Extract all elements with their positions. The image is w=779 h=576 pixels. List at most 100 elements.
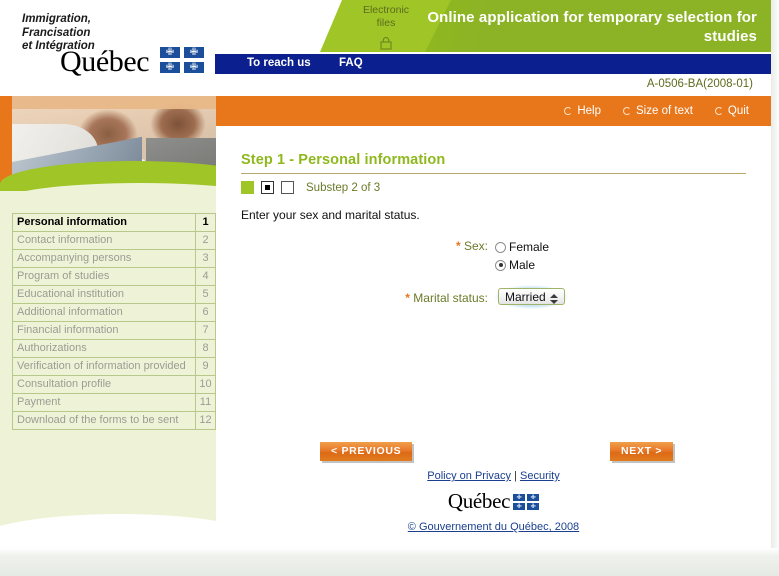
marital-status-focus-ring: Married: [495, 285, 568, 309]
footer-copyright: © Gouvernement du Québec, 2008: [216, 521, 771, 533]
steps-nav-list: Personal information 1 Contact information…: [12, 213, 216, 430]
sidebar-item-number: 1: [195, 213, 216, 232]
sidebar-item-number: 11: [195, 393, 216, 412]
radio-male[interactable]: Male: [495, 256, 549, 274]
substep-box-1: [241, 181, 254, 194]
page-footer: Policy on Privacy | Security Québec © Go…: [216, 470, 771, 533]
sidebar-item-number: 8: [195, 339, 216, 358]
sidebar-item-label: Download of the forms to be sent: [12, 411, 196, 430]
sidebar-item-label: Authorizations: [12, 339, 196, 358]
footer-quebec-logo: Québec: [216, 491, 771, 512]
sidebar-item-payment[interactable]: Payment 11: [12, 393, 216, 412]
policy-on-privacy-link[interactable]: Policy on Privacy: [427, 470, 511, 482]
sidebar-item-label: Payment: [12, 393, 196, 412]
previous-button[interactable]: < PREVIOUS: [320, 442, 413, 461]
sidebar-item-number: 10: [195, 375, 216, 394]
sidebar-item-label: Personal information: [12, 213, 196, 232]
sidebar-item-contact-information[interactable]: Contact information 2: [12, 231, 216, 250]
required-marker: *: [405, 291, 410, 305]
sidebar-item-label: Educational institution: [12, 285, 196, 304]
footer-separator: |: [514, 470, 517, 482]
size-of-text-label: Size of text: [636, 105, 693, 117]
sex-radio-group: Female Male: [495, 238, 549, 274]
substep-box-3: [281, 181, 294, 194]
sidebar-item-verification-of-information-provided[interactable]: Verification of information provided 9: [12, 357, 216, 376]
next-button[interactable]: NEXT >: [610, 442, 674, 461]
marital-status-value: Married: [505, 290, 546, 304]
page-title: Online application for temporary selecti…: [427, 9, 757, 45]
radio-female-label: Female: [509, 240, 550, 254]
copyright-link[interactable]: © Gouvernement du Québec, 2008: [408, 521, 579, 533]
left-column: Personal information 1 Contact information…: [0, 96, 216, 548]
sidebar-item-number: 2: [195, 231, 216, 250]
sex-label-text: Sex:: [463, 239, 488, 253]
page-edge-right: [771, 0, 779, 576]
lock-icon: [380, 36, 392, 50]
quit-button[interactable]: Quit: [714, 105, 749, 117]
chevron-updown-icon[interactable]: [550, 291, 559, 306]
sidebar-item-number: 7: [195, 321, 216, 340]
marital-status-select[interactable]: Married: [498, 288, 565, 305]
photo-top-band: [12, 96, 216, 109]
marital-status-label-text: Marital status:: [413, 291, 488, 305]
application-page: Electronic files Online application for …: [0, 0, 779, 576]
sidebar-item-financial-information[interactable]: Financial information 7: [12, 321, 216, 340]
radio-dot-icon: [623, 107, 632, 115]
sidebar-item-number: 6: [195, 303, 216, 322]
form-code: A-0506-BA(2008-01): [646, 78, 753, 90]
sidebar-item-number: 12: [195, 411, 216, 430]
sidebar-item-accompanying-persons[interactable]: Accompanying persons 3: [12, 249, 216, 268]
sidebar-item-label: Program of studies: [12, 267, 196, 286]
page-edge-bottom: [0, 548, 779, 576]
sidebar-bottom-curve: [0, 514, 216, 548]
nav-item-faq[interactable]: FAQ: [339, 57, 363, 69]
field-row-marital-status: * Marital status: Married: [216, 285, 771, 309]
form-area: * Sex: Female Male * Marital status: Mar…: [216, 238, 771, 461]
quit-label: Quit: [727, 105, 749, 117]
help-label: Help: [577, 105, 602, 117]
sidebar-item-download-of-the-forms-to-be-sent[interactable]: Download of the forms to be sent 12: [12, 411, 216, 430]
sidebar-item-consultation-profile[interactable]: Consultation profile 10: [12, 375, 216, 394]
footer-logo-text: Québec: [447, 489, 511, 513]
sex-label: * Sex:: [216, 238, 488, 253]
marital-status-control: Married: [495, 285, 568, 309]
sidebar-item-label: Contact information: [12, 231, 196, 250]
help-button[interactable]: Help: [564, 105, 601, 117]
field-row-sex: * Sex: Female Male: [216, 238, 771, 274]
sidebar-panel: Personal information 1 Contact information…: [0, 191, 216, 548]
sidebar-item-label: Accompanying persons: [12, 249, 196, 268]
sidebar-item-program-of-studies[interactable]: Program of studies 4: [12, 267, 216, 286]
org-line-1: Immigration,: [22, 13, 92, 25]
security-link[interactable]: Security: [520, 470, 560, 482]
radio-icon-male[interactable]: [495, 259, 506, 271]
form-buttons: < PREVIOUS NEXT >: [216, 442, 771, 464]
steps-table: Personal information 1 Contact information…: [12, 213, 216, 430]
quebec-flag-icon: [159, 46, 205, 74]
banner-photo: [0, 96, 216, 191]
sidebar-item-label: Financial information: [12, 321, 196, 340]
sidebar-item-label: Consultation profile: [12, 375, 196, 394]
substep-indicator: Substep 2 of 3: [241, 181, 380, 194]
radio-dot-icon: [714, 107, 723, 115]
primary-nav: To reach us FAQ: [215, 54, 771, 74]
sidebar-item-number: 5: [195, 285, 216, 304]
sidebar-item-authorizations[interactable]: Authorizations 8: [12, 339, 216, 358]
radio-female[interactable]: Female: [495, 238, 549, 256]
size-of-text-button[interactable]: Size of text: [623, 105, 693, 117]
step-heading: Step 1 - Personal information: [241, 152, 446, 168]
sidebar-item-additional-information[interactable]: Additional information 6: [12, 303, 216, 322]
nav-item-to-reach-us[interactable]: To reach us: [247, 57, 311, 69]
sidebar-item-personal-information[interactable]: Personal information 1: [12, 213, 216, 232]
radio-icon-female[interactable]: [495, 241, 506, 253]
marital-status-label: * Marital status:: [216, 285, 488, 305]
form-code-row: A-0506-BA(2008-01): [0, 76, 771, 96]
radio-male-label: Male: [509, 258, 536, 272]
sidebar-item-number: 3: [195, 249, 216, 268]
sidebar-item-number: 4: [195, 267, 216, 286]
quebec-flag-icon: [513, 494, 540, 510]
heading-divider: [241, 173, 746, 174]
sidebar-item-educational-institution[interactable]: Educational institution 5: [12, 285, 216, 304]
sidebar-item-label: Verification of information provided: [12, 357, 196, 376]
instruction-text: Enter your sex and marital status.: [241, 208, 420, 222]
org-line-2: Francisation: [22, 26, 91, 39]
